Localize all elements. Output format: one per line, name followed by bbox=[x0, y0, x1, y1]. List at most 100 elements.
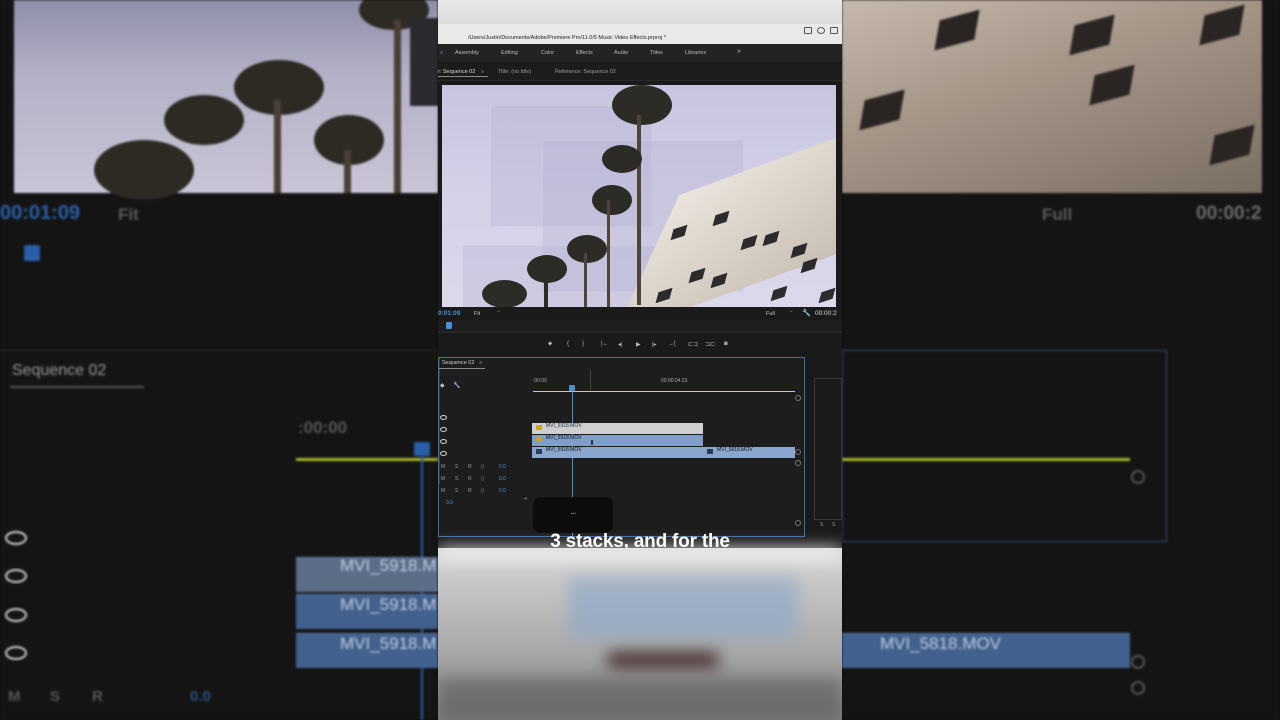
workspace-titles[interactable]: Titles bbox=[650, 50, 663, 56]
step-back-button[interactable]: ◂| bbox=[618, 341, 623, 348]
master-volume-value[interactable]: 0.0 bbox=[446, 500, 453, 506]
fx-badge-icon bbox=[536, 437, 542, 442]
meter-solo-right[interactable]: S bbox=[832, 522, 835, 528]
mouse-cursor bbox=[591, 440, 593, 445]
v1-eye-icon[interactable] bbox=[440, 451, 447, 456]
background-r-label: R bbox=[92, 688, 103, 705]
background-sky-image bbox=[14, 0, 438, 200]
a1-solo-button[interactable]: S bbox=[455, 464, 458, 470]
tab-program-menu-icon[interactable]: ≡ bbox=[481, 69, 484, 75]
scroll-handle-mid[interactable] bbox=[795, 449, 801, 455]
background-clip-label-1: MVI_5918.M bbox=[340, 556, 437, 575]
timeline-sequence-tab[interactable]: Sequence 02 bbox=[442, 360, 474, 366]
a2-solo-button[interactable]: S bbox=[455, 476, 458, 482]
project-path: /Users/Justin/Documents/Adobe/Premiere P… bbox=[468, 35, 666, 41]
monitor-duration-timecode: 00:00:2 bbox=[815, 310, 837, 317]
window-icon-2[interactable] bbox=[817, 27, 825, 34]
a2-mute-button[interactable]: M bbox=[441, 476, 445, 482]
clip-v1-label: MVI_5918.MOV bbox=[546, 447, 582, 453]
a2-record-button[interactable]: R bbox=[468, 476, 472, 482]
workspace-audio[interactable]: Audio bbox=[614, 50, 628, 56]
monitor-time-ruler[interactable] bbox=[438, 320, 842, 333]
add-marker-icon[interactable]: ⬥ bbox=[548, 341, 552, 348]
window-icon-1[interactable] bbox=[804, 27, 812, 34]
bottom-blurred-region bbox=[438, 548, 842, 720]
workspace-assembly[interactable]: Assembly bbox=[455, 50, 479, 56]
tab-program-sequence[interactable]: r: Sequence 02 bbox=[438, 69, 475, 75]
tab-reference[interactable]: Reference: Sequence 02 bbox=[555, 69, 616, 75]
play-button[interactable]: ▶ bbox=[636, 341, 641, 348]
background-full-label: Full bbox=[1042, 205, 1073, 224]
scroll-handle-top[interactable] bbox=[795, 395, 801, 401]
monitor-playhead-timecode[interactable]: 0:01:09 bbox=[438, 310, 460, 317]
clip-v1[interactable]: MVI_5918.MOV bbox=[532, 447, 703, 458]
clip-v1-second-label: MVI_5818.MOV bbox=[717, 447, 753, 453]
background-m-label: M bbox=[8, 688, 21, 705]
step-forward-button[interactable]: |▸ bbox=[652, 341, 657, 348]
lift-button[interactable]: ⊏⊐ bbox=[688, 341, 698, 348]
a3-volume-value[interactable]: 0.0 bbox=[499, 488, 506, 494]
zoom-chevron-icon[interactable]: ⌄ bbox=[496, 308, 501, 314]
timeline-vertical-scrollbar[interactable] bbox=[439, 358, 440, 484]
wrench-icon[interactable]: 🔧 bbox=[802, 309, 811, 317]
timeline-playhead-head[interactable] bbox=[569, 385, 575, 391]
mark-out-button[interactable]: } bbox=[582, 341, 584, 347]
timeline-tab-underline bbox=[439, 368, 485, 369]
timeline-wrench-icon[interactable]: 🔧 bbox=[453, 382, 460, 389]
timeline-start-timecode: :00:00 bbox=[533, 378, 547, 384]
a3-mute-button[interactable]: M bbox=[441, 488, 445, 494]
resolution-chevron-icon[interactable]: ⌄ bbox=[789, 308, 794, 314]
window-icon-3[interactable] bbox=[830, 27, 838, 34]
monitor-playhead-marker[interactable] bbox=[446, 322, 452, 329]
workspace-more-icon[interactable]: » bbox=[737, 48, 741, 55]
a1-record-button[interactable]: R bbox=[468, 464, 472, 470]
a2-mic-icon[interactable]: ▯ bbox=[481, 476, 484, 482]
workspace-editing[interactable]: Editing bbox=[501, 50, 518, 56]
clip-thumb-icon bbox=[707, 449, 713, 454]
background-audio-value: 0.0 bbox=[190, 688, 211, 705]
workspace-libraries[interactable]: Libraries bbox=[685, 50, 706, 56]
a3-mic-icon[interactable]: ▯ bbox=[481, 488, 484, 494]
path-bar: /Users/Justin/Documents/Adobe/Premiere P… bbox=[438, 24, 842, 45]
v2-eye-icon[interactable] bbox=[440, 439, 447, 444]
a2-volume-value[interactable]: 0.0 bbox=[499, 476, 506, 482]
timeline-menu-icon[interactable]: ≡ bbox=[479, 360, 482, 366]
snap-icon[interactable]: ◆ bbox=[440, 382, 445, 389]
zoom-fit-dropdown[interactable]: Fit bbox=[474, 311, 480, 317]
export-frame-camera-icon[interactable]: ◙ bbox=[724, 341, 728, 347]
meter-solo-left[interactable]: S bbox=[820, 522, 823, 528]
ruler-tick bbox=[590, 370, 591, 390]
scroll-handle-bottom[interactable] bbox=[795, 520, 801, 526]
scroll-handle-audio[interactable] bbox=[795, 460, 801, 466]
clip-v3[interactable]: MVI_5918.MOV bbox=[532, 423, 703, 434]
background-clip-label-right: MVI_5818.MOV bbox=[880, 634, 1001, 653]
clip-v2[interactable]: MVI_5918.MOV bbox=[532, 435, 703, 446]
v3-eye-icon[interactable] bbox=[440, 427, 447, 432]
workspace-menu-icon[interactable]: ≡ bbox=[440, 50, 443, 56]
audio-meter bbox=[814, 378, 842, 520]
window-titlebar bbox=[438, 0, 842, 24]
background-timecode-left: 00:01:09 bbox=[0, 202, 81, 224]
go-to-out-button[interactable]: →| bbox=[668, 341, 676, 347]
workspace-bar: ≡ Assembly Editing Color Effects Audio T… bbox=[438, 44, 842, 62]
a1-mic-icon[interactable]: ▯ bbox=[481, 464, 484, 470]
program-monitor-frame[interactable] bbox=[442, 85, 836, 307]
background-fit-label: Fit bbox=[118, 205, 139, 224]
a1-volume-value[interactable]: 0.0 bbox=[499, 464, 506, 470]
mark-in-button[interactable]: { bbox=[567, 341, 569, 347]
workspace-color[interactable]: Color bbox=[541, 50, 554, 56]
a3-solo-button[interactable]: S bbox=[455, 488, 458, 494]
zoom-fit-timeline-icon[interactable]: ⇥ bbox=[523, 496, 527, 502]
a1-mute-button[interactable]: M bbox=[441, 464, 445, 470]
a3-record-button[interactable]: R bbox=[468, 488, 472, 494]
clip-v1-second[interactable]: MVI_5818.MOV bbox=[703, 447, 795, 458]
extract-button[interactable]: ⊐⊏ bbox=[705, 341, 715, 348]
monitor-tab-bar: r: Sequence 02 ≡ Title: (no title) Refer… bbox=[438, 64, 842, 81]
v4-eye-icon[interactable] bbox=[440, 415, 447, 420]
timeline-mid-timecode: 00:00:04:23 bbox=[661, 378, 688, 384]
tab-title[interactable]: Title: (no title) bbox=[498, 69, 531, 75]
resolution-full-dropdown[interactable]: Full bbox=[766, 311, 775, 317]
workspace-effects[interactable]: Effects bbox=[576, 50, 593, 56]
go-to-in-button[interactable]: |← bbox=[601, 341, 609, 347]
clip-thumb-icon bbox=[536, 449, 542, 454]
